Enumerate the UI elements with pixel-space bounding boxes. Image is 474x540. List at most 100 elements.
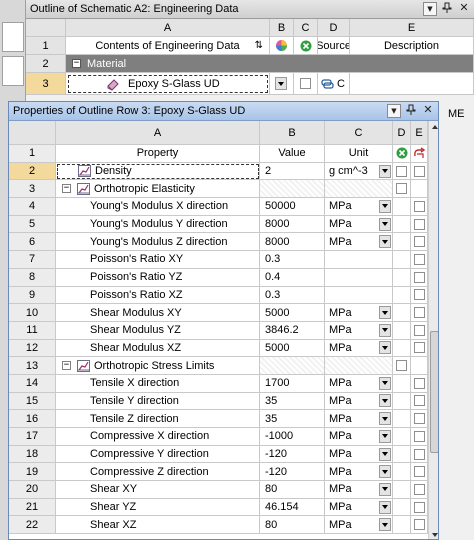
property-name-cell[interactable]: Young's Modulus Y direction bbox=[56, 215, 260, 234]
property-row[interactable]: 5 Young's Modulus Y direction 8000 MPa bbox=[9, 215, 428, 234]
suppress-checkbox[interactable] bbox=[300, 78, 311, 89]
scroll-up-arrow-icon[interactable] bbox=[429, 121, 438, 133]
parameter-cell[interactable] bbox=[411, 251, 428, 269]
property-row[interactable]: 8 Poisson's Ratio YZ 0.4 bbox=[9, 268, 428, 287]
property-unit-cell[interactable]: MPa bbox=[325, 428, 393, 446]
property-name-cell[interactable]: Shear XY bbox=[56, 481, 260, 499]
scrollbar-thumb[interactable] bbox=[430, 331, 438, 453]
chevron-down-icon[interactable] bbox=[379, 447, 391, 461]
row-number[interactable]: 9 bbox=[9, 286, 56, 305]
property-name-cell[interactable]: Poisson's Ratio XY bbox=[56, 251, 260, 269]
row-number[interactable]: 2 bbox=[26, 55, 66, 73]
suppress-cell[interactable] bbox=[393, 498, 411, 517]
col-header-b[interactable]: B bbox=[260, 121, 325, 145]
row-number[interactable]: 18 bbox=[9, 445, 56, 464]
property-row[interactable]: 21 Shear YZ 46.154 MPa bbox=[9, 498, 428, 517]
suppress-cell[interactable] bbox=[393, 410, 411, 428]
panel-menu-dropdown-icon[interactable]: ▼ bbox=[423, 2, 437, 16]
parameter-cell[interactable] bbox=[411, 215, 428, 234]
property-name-cell[interactable]: Compressive Y direction bbox=[56, 445, 260, 464]
property-value-cell[interactable]: 1700 bbox=[260, 374, 325, 393]
property-row[interactable]: 10 Shear Modulus XY 5000 MPa bbox=[9, 304, 428, 322]
parameter-checkbox[interactable] bbox=[413, 377, 425, 389]
property-name-cell[interactable]: Poisson's Ratio XZ bbox=[56, 286, 260, 305]
parameter-checkbox[interactable] bbox=[413, 324, 425, 336]
property-row[interactable]: 2 Density 2 g cm^-3 bbox=[9, 162, 428, 181]
parameter-cell[interactable] bbox=[411, 321, 428, 340]
suppress-cell[interactable] bbox=[393, 233, 411, 252]
property-row[interactable]: 17 Compressive X direction -1000 MPa bbox=[9, 428, 428, 446]
property-name-cell[interactable]: Shear Modulus XY bbox=[56, 304, 260, 322]
property-value-cell[interactable]: 0.4 bbox=[260, 268, 325, 287]
parameter-cell[interactable] bbox=[411, 268, 428, 287]
row-number[interactable]: 15 bbox=[9, 392, 56, 411]
property-value-cell[interactable]: 50000 bbox=[260, 198, 325, 216]
property-value-cell[interactable]: 80 bbox=[260, 481, 325, 499]
property-name-cell[interactable]: Tensile Y direction bbox=[56, 392, 260, 411]
parameter-checkbox[interactable] bbox=[413, 253, 425, 265]
pin-icon[interactable] bbox=[440, 2, 454, 16]
suppress-cell[interactable] bbox=[393, 374, 411, 393]
row-number[interactable]: 22 bbox=[9, 516, 56, 535]
property-unit-cell[interactable]: MPa bbox=[325, 339, 393, 358]
col-header-a[interactable]: A bbox=[56, 121, 260, 145]
parameter-checkbox[interactable] bbox=[413, 413, 425, 425]
chevron-down-icon[interactable] bbox=[379, 323, 391, 337]
suppress-cell[interactable] bbox=[393, 428, 411, 446]
suppress-cell[interactable] bbox=[393, 463, 411, 482]
property-row[interactable]: 22 Shear XZ 80 MPa bbox=[9, 516, 428, 535]
row-number[interactable]: 13 bbox=[9, 357, 56, 375]
parameter-checkbox[interactable] bbox=[413, 501, 425, 513]
parameter-checkbox[interactable] bbox=[413, 200, 425, 212]
property-name-cell[interactable]: Shear YZ bbox=[56, 498, 260, 517]
left-panel-tab[interactable] bbox=[2, 22, 24, 52]
property-value-cell[interactable]: -120 bbox=[260, 463, 325, 482]
parameter-cell[interactable] bbox=[411, 445, 428, 464]
property-row[interactable]: 18 Compressive Y direction -120 MPa bbox=[9, 445, 428, 464]
property-unit-cell[interactable]: MPa bbox=[325, 304, 393, 322]
property-unit-cell[interactable]: MPa bbox=[325, 516, 393, 535]
suppress-cell[interactable] bbox=[393, 268, 411, 287]
suppress-cell[interactable] bbox=[393, 516, 411, 535]
property-unit-cell[interactable]: MPa bbox=[325, 498, 393, 517]
chevron-down-icon[interactable] bbox=[379, 306, 391, 320]
sort-icon[interactable]: ⇅ bbox=[255, 40, 263, 51]
property-row[interactable]: 7 Poisson's Ratio XY 0.3 bbox=[9, 251, 428, 269]
property-row[interactable]: 12 Shear Modulus XZ 5000 MPa bbox=[9, 339, 428, 358]
property-value-cell[interactable]: 8000 bbox=[260, 233, 325, 252]
row-number[interactable]: 5 bbox=[9, 215, 56, 234]
epoxy-material-row[interactable]: 3 Epoxy S-Glass UD C bbox=[26, 73, 474, 95]
parameter-checkbox[interactable] bbox=[413, 466, 425, 478]
row-number[interactable]: 16 bbox=[9, 410, 56, 428]
parameter-cell[interactable] bbox=[411, 463, 428, 482]
property-value-cell[interactable]: 5000 bbox=[260, 339, 325, 358]
property-row[interactable]: 11 Shear Modulus YZ 3846.2 MPa bbox=[9, 321, 428, 340]
close-icon[interactable]: ✕ bbox=[421, 104, 435, 118]
parameter-cell[interactable] bbox=[411, 516, 428, 535]
property-unit-cell[interactable]: MPa bbox=[325, 463, 393, 482]
property-name-cell[interactable]: Young's Modulus Z direction bbox=[56, 233, 260, 252]
chevron-down-icon[interactable] bbox=[379, 500, 391, 514]
property-unit-cell[interactable]: g cm^-3 bbox=[325, 162, 393, 181]
property-name-cell[interactable]: Density bbox=[56, 162, 260, 181]
property-value-cell[interactable]: 0.3 bbox=[260, 286, 325, 305]
property-unit-cell[interactable]: MPa bbox=[325, 233, 393, 252]
parameter-cell[interactable] bbox=[411, 233, 428, 252]
material-category-row[interactable]: 2 − Material bbox=[26, 55, 474, 73]
parameter-cell[interactable] bbox=[411, 428, 428, 446]
suppress-cell[interactable] bbox=[393, 198, 411, 216]
col-header-c[interactable]: C bbox=[294, 19, 318, 37]
property-value-cell[interactable]: -1000 bbox=[260, 428, 325, 446]
property-unit-cell[interactable]: MPa bbox=[325, 392, 393, 411]
suppress-cell[interactable] bbox=[393, 339, 411, 358]
parameter-checkbox[interactable] bbox=[413, 448, 425, 460]
panel-menu-dropdown-icon[interactable]: ▼ bbox=[387, 104, 401, 118]
property-value-cell[interactable]: 0.3 bbox=[260, 251, 325, 269]
row-number[interactable]: 10 bbox=[9, 304, 56, 322]
chevron-down-icon[interactable] bbox=[379, 376, 391, 390]
parameter-cell[interactable] bbox=[411, 498, 428, 517]
property-value-cell[interactable]: 2 bbox=[260, 162, 325, 181]
parameter-checkbox[interactable] bbox=[413, 218, 425, 230]
chevron-down-icon[interactable] bbox=[379, 412, 391, 426]
parameter-checkbox[interactable] bbox=[413, 165, 425, 177]
